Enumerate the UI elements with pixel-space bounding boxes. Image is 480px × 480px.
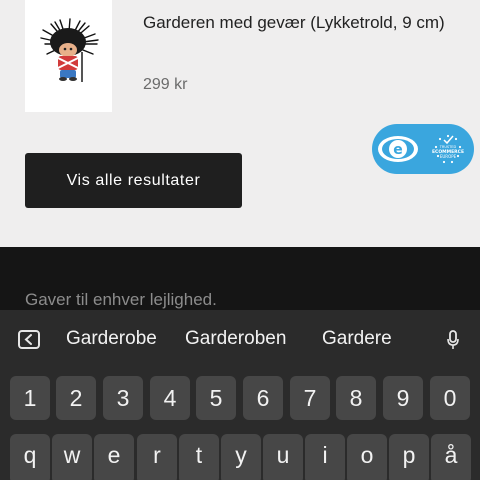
suggestion-2[interactable]: Garderoben — [185, 328, 286, 350]
badge-label-bottom: EUROPE — [440, 154, 457, 159]
key-4[interactable]: 4 — [150, 376, 190, 420]
chevron-left-icon — [24, 334, 32, 345]
key-7[interactable]: 7 — [290, 376, 330, 420]
key-o[interactable]: o — [347, 434, 387, 480]
key-6[interactable]: 6 — [243, 376, 283, 420]
show-all-results-button[interactable]: Vis alle resultater — [25, 153, 242, 208]
footer-tagline: Gaver til enhver lejlighed. — [25, 290, 217, 309]
key-2[interactable]: 2 — [56, 376, 96, 420]
troll-doll-image — [40, 18, 99, 82]
microphone-icon[interactable] — [447, 330, 459, 355]
key-8[interactable]: 8 — [336, 376, 376, 420]
key-u[interactable]: u — [263, 434, 303, 480]
keyboard-suggestion-bar: Garderobe Garderoben Gardere — [0, 310, 480, 366]
key-i[interactable]: i — [305, 434, 345, 480]
key-1[interactable]: 1 — [10, 376, 50, 420]
e-mark-icon: e — [378, 136, 418, 162]
key-t[interactable]: t — [179, 434, 219, 480]
key-w[interactable]: w — [52, 434, 92, 480]
checkmark-icon — [443, 135, 454, 145]
trusted-shop-badge[interactable]: e TRUSTED ECOMMERCE EUROPE — [372, 124, 474, 174]
key-q[interactable]: q — [10, 434, 50, 480]
key-3[interactable]: 3 — [103, 376, 143, 420]
key-5[interactable]: 5 — [196, 376, 236, 420]
footer: Gaver til enhver lejlighed. — [0, 247, 480, 317]
key-y[interactable]: y — [221, 434, 261, 480]
key-p[interactable]: p — [389, 434, 429, 480]
key-9[interactable]: 9 — [383, 376, 423, 420]
key-r[interactable]: r — [137, 434, 177, 480]
badge-label-top: TRUSTED — [439, 145, 457, 149]
product-price: 299 kr — [143, 76, 188, 93]
suggestion-3[interactable]: Gardere — [322, 328, 392, 350]
product-title[interactable]: Garderen med gevær (Lykketrold, 9 cm) — [143, 8, 463, 38]
suggestion-1[interactable]: Garderobe — [66, 328, 157, 350]
product-image[interactable] — [25, 0, 112, 112]
key-0[interactable]: 0 — [430, 376, 470, 420]
on-screen-keyboard: Garderobe Garderoben Gardere 1 2 3 4 5 6… — [0, 310, 480, 480]
collapse-keyboard-button[interactable] — [18, 330, 40, 349]
svg-text:e: e — [393, 142, 403, 158]
key-e[interactable]: e — [94, 434, 134, 480]
search-results-panel: Garderen med gevær (Lykketrold, 9 cm) 29… — [0, 0, 480, 247]
key-aa[interactable]: å — [431, 434, 471, 480]
